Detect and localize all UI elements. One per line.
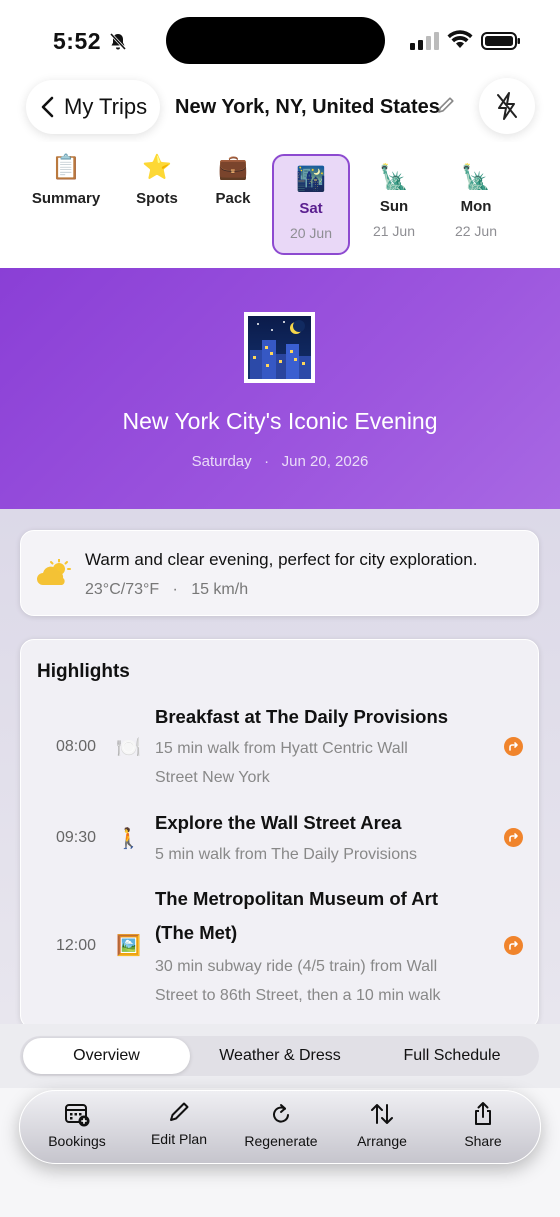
tab-label: Sat bbox=[299, 200, 323, 217]
chevron-left-icon bbox=[41, 96, 54, 118]
tab-label: Summary bbox=[31, 190, 101, 207]
calendar-add-icon bbox=[65, 1104, 90, 1127]
star-icon: ⭐ bbox=[142, 154, 172, 181]
bottom-area: Bookings Edit Plan Regenerate Arrange Sh… bbox=[0, 1088, 560, 1217]
briefcase-icon: 💼 bbox=[218, 154, 248, 181]
tab-summary[interactable]: 📋 Summary bbox=[30, 154, 102, 207]
day-title: New York City's Iconic Evening bbox=[122, 408, 438, 434]
trip-header: My Trips New York, NY, United States bbox=[0, 76, 560, 142]
weather-summary: Warm and clear evening, perfect for city… bbox=[85, 550, 478, 569]
highlight-item[interactable]: 12:00 🖼️ The Metropolitan Museum of Art … bbox=[21, 882, 540, 1012]
highlight-time: 08:00 bbox=[56, 738, 97, 755]
highlights-card: Highlights 08:00 🍽️ Breakfast at The Dai… bbox=[20, 639, 539, 1029]
partly-cloudy-icon bbox=[37, 559, 71, 585]
highlight-name-line: The Metropolitan Museum of Art bbox=[155, 888, 438, 909]
night-city-icon: 🌃 bbox=[296, 166, 326, 193]
highlight-desc-line: 30 min subway ride (4/5 train) from Wall bbox=[155, 958, 438, 975]
tab-label: Sun bbox=[379, 198, 409, 215]
day-hero: New York City's Iconic Evening Saturday … bbox=[0, 268, 560, 509]
highlights-title: Highlights bbox=[37, 661, 130, 682]
open-directions-icon[interactable] bbox=[504, 936, 523, 955]
trip-title[interactable]: New York, NY, United States bbox=[175, 96, 440, 119]
day-tabs: 📋 Summary ⭐ Spots 💼 Pack 🌃 Sat 20 Jun 🗽 … bbox=[0, 142, 560, 268]
framed-picture-icon: 🖼️ bbox=[116, 935, 141, 957]
pencil-icon bbox=[170, 1102, 189, 1121]
highlight-name-line: (The Met) bbox=[155, 922, 238, 943]
tab-spots[interactable]: ⭐ Spots bbox=[127, 154, 187, 207]
view-segmented-control-bar: Overview Weather & Dress Full Schedule bbox=[0, 1024, 560, 1088]
sort-arrows-icon bbox=[371, 1104, 393, 1124]
night-city-image bbox=[244, 312, 315, 383]
segment-full-schedule[interactable]: Full Schedule bbox=[368, 1038, 536, 1074]
highlight-desc-line: Street to 86th Street, then a 10 min wal… bbox=[155, 987, 441, 1004]
highlight-desc-line: 15 min walk from Hyatt Centric Wall bbox=[155, 740, 408, 757]
arrange-button[interactable]: Arrange bbox=[337, 1101, 427, 1149]
share-button[interactable]: Share bbox=[438, 1101, 528, 1149]
highlight-name: Explore the Wall Street Area bbox=[155, 812, 402, 833]
temperature: 23°C/73°F bbox=[85, 581, 160, 598]
weather-meta: 23°C/73°F · 15 km/h bbox=[85, 581, 248, 599]
highlight-desc-line: 5 min walk from The Daily Provisions bbox=[155, 846, 418, 863]
segment-overview[interactable]: Overview bbox=[23, 1038, 190, 1074]
edit-plan-label: Edit Plan bbox=[150, 1131, 208, 1147]
pencil-icon[interactable] bbox=[437, 96, 455, 114]
walking-person-icon: 🚶 bbox=[116, 828, 141, 850]
separator-dot: · bbox=[163, 581, 187, 598]
tab-label: Spots bbox=[136, 190, 178, 207]
refresh-icon bbox=[273, 1104, 289, 1123]
wifi-icon bbox=[447, 30, 473, 48]
segment-weather-dress[interactable]: Weather & Dress bbox=[195, 1038, 365, 1074]
wind-speed: 15 km/h bbox=[191, 581, 249, 598]
clipboard-icon: 📋 bbox=[51, 154, 81, 181]
share-icon bbox=[475, 1102, 491, 1125]
battery-icon bbox=[481, 32, 520, 50]
highlight-item[interactable]: 09:30 🚶 Explore the Wall Street Area 5 m… bbox=[21, 806, 540, 872]
bookings-button[interactable]: Bookings bbox=[32, 1101, 122, 1149]
open-directions-icon[interactable] bbox=[504, 828, 523, 847]
day-content: Warm and clear evening, perfect for city… bbox=[0, 509, 560, 1029]
bell-muted-icon bbox=[109, 32, 127, 51]
status-time: 5:52 bbox=[53, 28, 102, 54]
share-label: Share bbox=[464, 1133, 502, 1149]
highlight-name: Breakfast at The Daily Provisions bbox=[155, 706, 449, 727]
action-toolbar: Bookings Edit Plan Regenerate Arrange Sh… bbox=[19, 1090, 541, 1164]
statue-of-liberty-icon: 🗽 bbox=[461, 164, 491, 191]
view-segmented-control: Overview Weather & Dress Full Schedule bbox=[20, 1036, 539, 1076]
highlight-desc-line: Street New York bbox=[155, 769, 270, 786]
highlight-time: 12:00 bbox=[56, 937, 97, 954]
cellular-signal-icon bbox=[410, 32, 439, 50]
arrange-label: Arrange bbox=[357, 1133, 407, 1149]
tab-day-sun[interactable]: 🗽 Sun 21 Jun bbox=[360, 164, 428, 239]
edit-plan-button[interactable]: Edit Plan bbox=[134, 1099, 224, 1147]
flash-off-icon bbox=[497, 92, 517, 120]
tab-date: 20 Jun bbox=[289, 225, 333, 241]
full-date: Jun 20, 2026 bbox=[281, 453, 369, 470]
back-label: My Trips bbox=[64, 94, 148, 119]
statue-of-liberty-icon: 🗽 bbox=[379, 164, 409, 191]
tab-date: 22 Jun bbox=[454, 223, 498, 239]
tab-label: Pack bbox=[215, 190, 251, 207]
separator-dot: · bbox=[255, 453, 278, 470]
bookings-label: Bookings bbox=[48, 1133, 106, 1149]
back-to-my-trips-button[interactable]: My Trips bbox=[26, 80, 160, 134]
status-bar: 5:52 bbox=[0, 0, 560, 80]
plate-icon: 🍽️ bbox=[116, 737, 141, 759]
day-date: Saturday · Jun 20, 2026 bbox=[0, 453, 560, 470]
tab-date: 21 Jun bbox=[372, 223, 416, 239]
tab-day-sat[interactable]: 🌃 Sat 20 Jun bbox=[272, 154, 350, 255]
tab-pack[interactable]: 💼 Pack bbox=[205, 154, 261, 207]
flash-off-button[interactable] bbox=[479, 78, 535, 134]
tab-day-mon[interactable]: 🗽 Mon 22 Jun bbox=[442, 164, 510, 239]
day-of-week: Saturday bbox=[191, 453, 252, 470]
highlight-time: 09:30 bbox=[56, 829, 97, 846]
weather-card[interactable]: Warm and clear evening, perfect for city… bbox=[20, 530, 539, 616]
dynamic-island bbox=[166, 17, 385, 64]
open-directions-icon[interactable] bbox=[504, 737, 523, 756]
highlight-item[interactable]: 08:00 🍽️ Breakfast at The Daily Provisio… bbox=[21, 700, 540, 795]
regenerate-button[interactable]: Regenerate bbox=[236, 1101, 326, 1149]
regenerate-label: Regenerate bbox=[244, 1133, 318, 1149]
tab-label: Mon bbox=[460, 198, 492, 215]
